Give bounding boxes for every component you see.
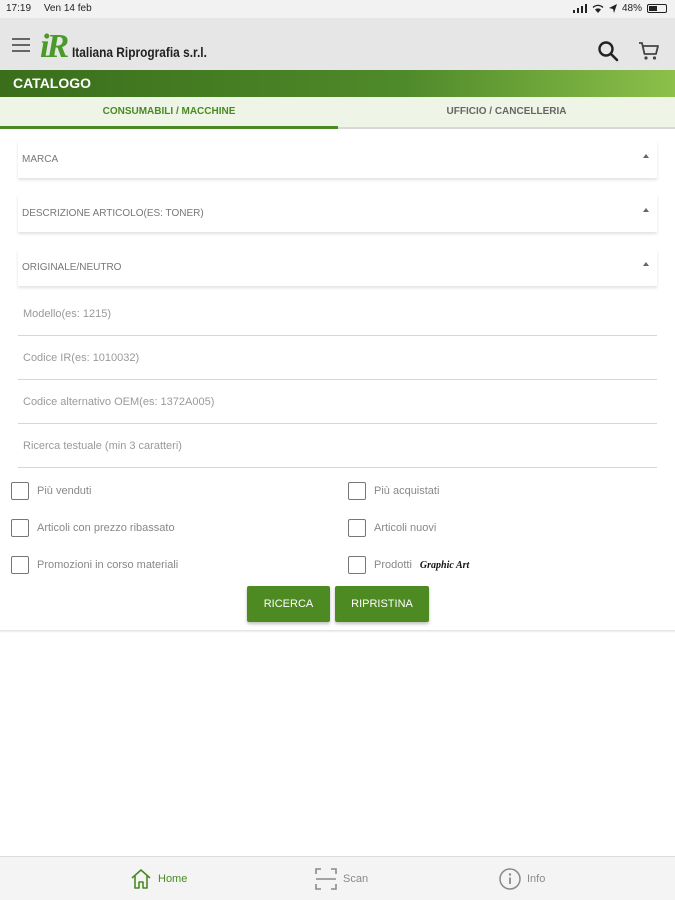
checkbox-box[interactable]: [11, 519, 29, 537]
home-icon: [131, 869, 151, 889]
search-button[interactable]: RICERCA: [247, 586, 330, 622]
signal-icon: [572, 4, 587, 13]
company-name: Italiana Riprografia s.r.l.: [72, 44, 208, 60]
checkbox-box[interactable]: [348, 482, 366, 500]
nav-info[interactable]: Info: [498, 867, 545, 891]
company-logo: iR Italiana Riprografia s.r.l.: [40, 24, 231, 64]
original-neutral-select[interactable]: ORIGINALE/NEUTRO: [18, 249, 657, 286]
bottom-navigation: Home Scan Info: [0, 856, 675, 900]
checkbox-best-sellers[interactable]: Più venduti: [11, 481, 91, 501]
nav-home-label: Home: [158, 873, 188, 885]
ir-code-input[interactable]: [18, 336, 657, 380]
checkbox-label: Prodotti: [374, 559, 412, 571]
logo-mark: iR: [40, 28, 69, 65]
category-tabs: CONSUMABILI / MACCHINE UFFICIO / CANCELL…: [0, 97, 675, 129]
checkbox-label: Articoli nuovi: [374, 522, 437, 534]
tab-consumabili-macchine[interactable]: CONSUMABILI / MACCHINE: [0, 97, 338, 129]
brand-select-label: MARCA: [22, 154, 59, 165]
checkbox-label: Più acquistati: [374, 485, 440, 497]
nav-scan-label: Scan: [343, 873, 369, 885]
status-bar: 17:19 Ven 14 feb 48%: [0, 0, 675, 18]
battery-percent: 48%: [621, 3, 642, 14]
tab-ufficio-cancelleria[interactable]: UFFICIO / CANCELLERIA: [338, 97, 675, 129]
checkbox-box[interactable]: [11, 482, 29, 500]
dropdown-arrow-icon: [643, 262, 649, 266]
menu-icon[interactable]: [12, 38, 30, 52]
checkbox-products-graphic-art[interactable]: Prodotti Graphic Art: [348, 555, 469, 575]
model-input[interactable]: [18, 292, 657, 336]
app-header: iR Italiana Riprografia s.r.l.: [0, 18, 675, 70]
dropdown-arrow-icon: [643, 208, 649, 212]
checkbox-label: Più venduti: [37, 485, 92, 497]
text-search-input[interactable]: [18, 424, 657, 468]
original-neutral-select-label: ORIGINALE/NEUTRO: [22, 262, 122, 273]
checkbox-box[interactable]: [348, 519, 366, 537]
card-shadow-divider: [0, 630, 675, 633]
nav-scan[interactable]: Scan: [314, 867, 368, 891]
nav-home[interactable]: Home: [129, 867, 187, 891]
checkbox-most-purchased[interactable]: Più acquistati: [348, 481, 439, 501]
oem-code-input[interactable]: [18, 380, 657, 424]
status-time: 17:19: [6, 3, 32, 14]
dropdown-arrow-icon: [643, 154, 649, 158]
scan-icon: [315, 868, 337, 890]
nav-info-label: Info: [527, 873, 546, 885]
checkbox-discounted[interactable]: Articoli con prezzo ribassato: [11, 518, 175, 538]
brand-select[interactable]: MARCA: [18, 141, 657, 178]
checkbox-label: Promozioni in corso materiali: [37, 559, 179, 571]
wifi-icon: [592, 4, 604, 13]
checkbox-box[interactable]: [11, 556, 29, 574]
location-icon: [608, 4, 617, 13]
description-select-label: DESCRIZIONE ARTICOLO(ES: TONER): [22, 208, 204, 219]
catalog-title: CATALOGO: [13, 75, 92, 91]
status-date: Ven 14 feb: [43, 3, 92, 14]
checkbox-new-items[interactable]: Articoli nuovi: [348, 518, 436, 538]
search-icon[interactable]: [597, 40, 619, 62]
description-select[interactable]: DESCRIZIONE ARTICOLO(ES: TONER): [18, 195, 657, 232]
checkbox-promotions[interactable]: Promozioni in corso materiali: [11, 555, 178, 575]
catalog-bar: CATALOGO: [0, 70, 675, 97]
reset-button[interactable]: RIPRISTINA: [335, 586, 429, 622]
graphic-art-logo: Graphic Art: [419, 559, 470, 571]
info-icon: [499, 868, 521, 890]
checkbox-box[interactable]: [348, 556, 366, 574]
battery-icon: [647, 4, 667, 13]
checkbox-label: Articoli con prezzo ribassato: [37, 522, 175, 534]
cart-icon[interactable]: [638, 40, 660, 62]
